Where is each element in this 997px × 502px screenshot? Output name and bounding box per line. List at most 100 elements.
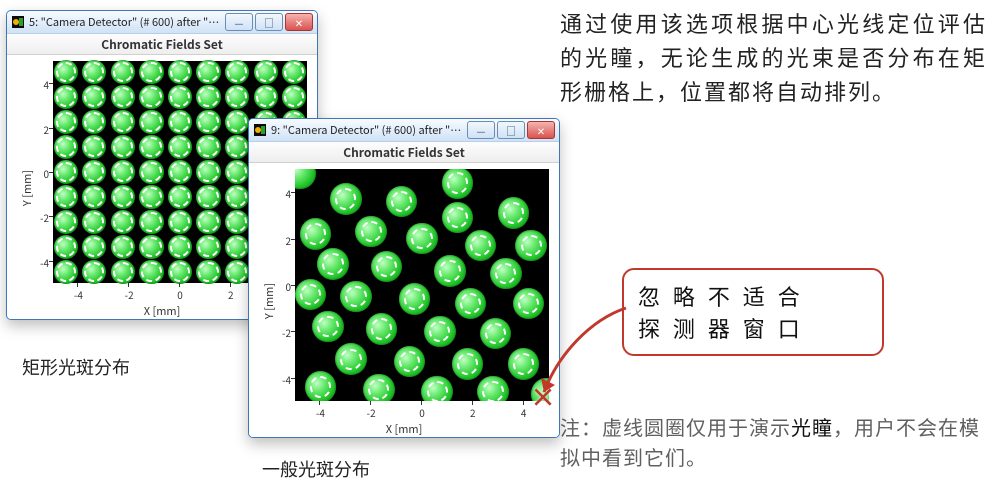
pupil-dashed-circle — [411, 228, 432, 249]
y-tick-label: -4 — [19, 255, 49, 270]
pupil-dashed-circle — [113, 162, 133, 182]
pupil-dashed-circle — [113, 262, 133, 282]
plot-body: Y [mm] X [mm] -4-2024-4-2024 — [249, 163, 559, 438]
tick — [49, 172, 53, 173]
pupil-dashed-circle — [56, 62, 76, 82]
pupil-dashed-circle — [141, 112, 161, 132]
spot — [295, 169, 316, 189]
x-axis-label: X [mm] — [386, 421, 423, 437]
plot-title: Chromatic Fields Set — [7, 34, 317, 55]
tick — [523, 401, 524, 405]
pupil-dashed-circle — [56, 112, 76, 132]
app-icon — [11, 15, 25, 29]
note-text: 注：虚线圆圈仅用于演示光瞳，用户不会在模拟中看到它们。 — [560, 412, 991, 472]
y-tick-label: 2 — [19, 122, 49, 137]
pupil-dashed-circle — [371, 318, 392, 339]
pupil-dashed-circle — [141, 137, 161, 157]
note-prefix: 注：虚线圆圈仅用于演示 — [560, 412, 791, 441]
pupil-dashed-circle — [322, 253, 343, 274]
pupil-dashed-circle — [141, 62, 161, 82]
x-axis-label: X [mm] — [144, 303, 181, 319]
maximize-button[interactable]: □ — [255, 13, 283, 31]
tick — [128, 283, 129, 287]
close-button[interactable]: ✕ — [285, 13, 313, 31]
x-tick-label: -4 — [310, 405, 330, 420]
tick — [230, 283, 231, 287]
titlebar[interactable]: 5: "Camera Detector" (# 600) after "Ligh… — [7, 11, 317, 34]
y-tick-label: 0 — [19, 166, 49, 181]
tick — [319, 401, 320, 405]
maximize-button[interactable]: □ — [497, 121, 525, 139]
x-tick-label: 2 — [463, 405, 483, 420]
pupil-dashed-circle — [198, 237, 218, 257]
pupil-dashed-circle — [317, 316, 338, 337]
app-icon — [253, 123, 267, 137]
minimize-button[interactable]: — — [225, 13, 253, 31]
pupil-dashed-circle — [56, 87, 76, 107]
pupil-dashed-circle — [256, 87, 276, 107]
minimize-button[interactable]: — — [467, 121, 495, 139]
pupil-dashed-circle — [113, 87, 133, 107]
caption-general: 一般光斑分布 — [262, 456, 370, 482]
tick — [421, 401, 422, 405]
pupil-dashed-circle — [141, 162, 161, 182]
pupil-dashed-circle — [503, 202, 524, 223]
plot-area — [295, 169, 549, 401]
window-general-distribution: 9: "Camera Detector" (# 600) after "Ligh… — [248, 118, 560, 438]
tick — [49, 216, 53, 217]
pupil-dashed-circle — [198, 62, 218, 82]
pupil-dashed-circle — [56, 162, 76, 182]
pupil-dashed-circle — [56, 137, 76, 157]
pupil-dashed-circle — [256, 62, 276, 82]
titlebar[interactable]: 9: "Camera Detector" (# 600) after "Ligh… — [249, 119, 559, 142]
pupil-dashed-circle — [141, 212, 161, 232]
pupil-dashed-circle — [457, 353, 478, 374]
x-tick-label: -2 — [361, 405, 381, 420]
callout-line1: 忽 略 不 适 合 — [638, 280, 868, 312]
pupil-dashed-circle — [198, 162, 218, 182]
pupil-dashed-circle — [113, 137, 133, 157]
cross-mark-icon: × — [530, 378, 556, 415]
pupil-dashed-circle — [447, 172, 468, 193]
pupil-dashed-circle — [460, 293, 481, 314]
callout-line2: 探 测 器 窗 口 — [638, 312, 868, 344]
y-tick-label: 0 — [261, 279, 291, 294]
pupil-dashed-circle — [521, 235, 542, 256]
tick — [179, 283, 180, 287]
close-button[interactable]: ✕ — [527, 121, 555, 139]
pupil-dashed-circle — [345, 286, 366, 307]
y-tick-label: -2 — [261, 325, 291, 340]
y-tick-label: -4 — [261, 372, 291, 387]
pupil-dashed-circle — [170, 262, 190, 282]
pupil-dashed-circle — [439, 260, 460, 281]
pupil-dashed-circle — [198, 112, 218, 132]
pupil-dashed-circle — [513, 353, 534, 374]
tick — [77, 283, 78, 287]
y-tick-label: -2 — [19, 210, 49, 225]
x-tick-label: 2 — [221, 287, 241, 302]
pupil-dashed-circle — [56, 187, 76, 207]
pupil-dashed-circle — [340, 349, 361, 370]
caption-rect: 矩形光斑分布 — [22, 354, 130, 380]
pupil-dashed-circle — [141, 237, 161, 257]
main-description: 通过使用该选项根据中心光线定位评估的光瞳，无论生成的光束是否分布在矩形栅格上，位… — [560, 6, 987, 108]
y-tick-label: 2 — [261, 233, 291, 248]
window-title: 9: "Camera Detector" (# 600) after "Ligh… — [271, 122, 467, 138]
tick — [370, 401, 371, 405]
pupil-dashed-circle — [170, 212, 190, 232]
pupil-dashed-circle — [113, 112, 133, 132]
pupil-dashed-circle — [310, 376, 331, 397]
pupil-dashed-circle — [427, 381, 448, 401]
tick — [291, 285, 295, 286]
y-tick-label: 4 — [19, 77, 49, 92]
pupil-dashed-circle — [482, 381, 503, 401]
pupil-dashed-circle — [361, 221, 382, 242]
pupil-dashed-circle — [376, 256, 397, 277]
pupil-dashed-circle — [141, 187, 161, 207]
plot-title: Chromatic Fields Set — [249, 142, 559, 163]
pupil-dashed-circle — [56, 237, 76, 257]
pupil-dashed-circle — [170, 237, 190, 257]
pupil-dashed-circle — [198, 137, 218, 157]
tick — [291, 378, 295, 379]
pupil-dashed-circle — [56, 262, 76, 282]
